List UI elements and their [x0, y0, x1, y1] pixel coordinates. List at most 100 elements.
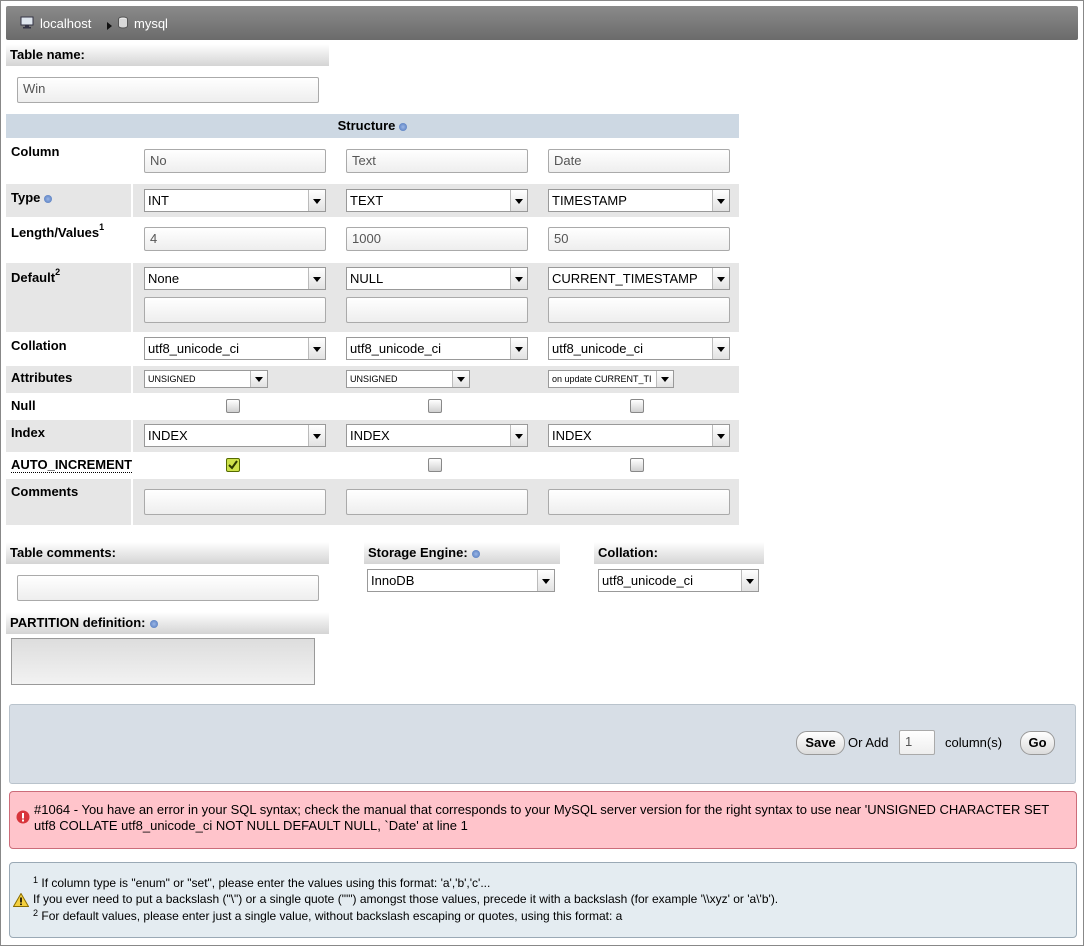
- column-attributes-value: UNSIGNED: [350, 374, 398, 384]
- column-index-value: INDEX: [148, 428, 188, 443]
- row-label-index: Index: [11, 425, 45, 440]
- column-length-input[interactable]: 4: [144, 227, 326, 251]
- column-collation-value: utf8_unicode_ci: [148, 341, 240, 356]
- column-name-input[interactable]: No: [144, 149, 326, 173]
- column-attributes-select[interactable]: on update CURRENT_TI: [548, 370, 674, 388]
- error-message: #1064 - You have an error in your SQL sy…: [9, 791, 1077, 849]
- chevron-down-icon: [741, 570, 758, 591]
- column-attributes-select[interactable]: UNSIGNED: [346, 370, 470, 388]
- help-icon[interactable]: [44, 194, 53, 203]
- chevron-down-icon: [712, 338, 729, 359]
- column-length-input[interactable]: 1000: [346, 227, 528, 251]
- row-label-default-text: Default: [11, 270, 56, 285]
- error-line: #1064 - You have an error in your SQL sy…: [34, 802, 1050, 817]
- row-label-length: Length/Values1: [11, 222, 104, 240]
- row-label-column: Column: [11, 144, 60, 159]
- chevron-down-icon: [250, 371, 267, 387]
- save-button[interactable]: Save: [796, 731, 845, 755]
- notice-box: 1 If column type is "enum" or "set", ple…: [9, 862, 1077, 938]
- column-default-value-input[interactable]: [346, 297, 528, 323]
- column-index-select[interactable]: INDEX: [346, 424, 528, 447]
- table-collation-value: utf8_unicode_ci: [602, 573, 694, 588]
- column-default-select[interactable]: None: [144, 267, 326, 290]
- go-button[interactable]: Go: [1020, 731, 1055, 755]
- column-comments-input[interactable]: [346, 489, 528, 515]
- column-name-input[interactable]: Text: [346, 149, 528, 173]
- column-default-value-input[interactable]: [144, 297, 326, 323]
- storage-engine-label: Storage Engine:: [368, 545, 468, 560]
- chevron-down-icon: [656, 371, 673, 387]
- table-collation-select[interactable]: utf8_unicode_ci: [598, 569, 759, 592]
- column-default-value: CURRENT_TIMESTAMP: [552, 271, 698, 286]
- columns-label: column(s): [945, 735, 1003, 750]
- table-name-input[interactable]: Win: [17, 77, 319, 103]
- column-auto-increment-checkbox[interactable]: [630, 458, 644, 472]
- column-collation-value: utf8_unicode_ci: [552, 341, 644, 356]
- chevron-down-icon: [510, 268, 527, 289]
- footnote-marker: 2: [55, 267, 61, 277]
- table-comments-header: Table comments:: [6, 542, 329, 564]
- chevron-down-icon: [308, 338, 325, 359]
- chevron-down-icon: [712, 190, 729, 211]
- column-null-checkbox[interactable]: [226, 399, 240, 413]
- column-null-checkbox[interactable]: [428, 399, 442, 413]
- note-line-2: If you ever need to put a backslash ("\"…: [33, 892, 779, 906]
- storage-engine-select[interactable]: InnoDB: [367, 569, 555, 592]
- column-default-value: NULL: [350, 271, 384, 286]
- structure-header: Structure: [6, 114, 739, 138]
- row-label-auto-increment: AUTO_INCREMENT: [11, 457, 133, 473]
- chevron-down-icon: [308, 268, 325, 289]
- help-icon[interactable]: [149, 619, 158, 628]
- column-default-select[interactable]: NULL: [346, 267, 528, 290]
- row-label-comments: Comments: [11, 484, 79, 499]
- partition-textarea[interactable]: [11, 638, 315, 685]
- chevron-down-icon: [308, 190, 325, 211]
- row-label-attributes: Attributes: [11, 370, 73, 385]
- or-add-label: Or Add: [848, 735, 889, 750]
- column-type-value: TEXT: [350, 193, 384, 208]
- column-attributes-select[interactable]: UNSIGNED: [144, 370, 268, 388]
- column-collation-select[interactable]: utf8_unicode_ci: [144, 337, 326, 360]
- column-index-select[interactable]: INDEX: [548, 424, 730, 447]
- note-text: For default values, please enter just a …: [41, 909, 623, 923]
- chevron-down-icon: [452, 371, 469, 387]
- note-line-1: 1 If column type is "enum" or "set", ple…: [33, 875, 490, 891]
- column-index-value: INDEX: [350, 428, 390, 443]
- column-null-checkbox[interactable]: [630, 399, 644, 413]
- column-index-select[interactable]: INDEX: [144, 424, 326, 447]
- note-line-3: 2 For default values, please enter just …: [33, 908, 622, 924]
- chevron-down-icon: [712, 425, 729, 446]
- breadcrumb-server[interactable]: localhost: [40, 16, 91, 31]
- column-type-value: INT: [148, 193, 169, 208]
- table-comments-input[interactable]: [17, 575, 319, 601]
- column-comments-input[interactable]: [144, 489, 326, 515]
- column-default-select[interactable]: CURRENT_TIMESTAMP: [548, 267, 730, 290]
- server-icon: [20, 16, 34, 29]
- column-collation-select[interactable]: utf8_unicode_ci: [548, 337, 730, 360]
- column-length-input[interactable]: 50: [548, 227, 730, 251]
- footnote-marker: 2: [33, 908, 39, 918]
- column-type-select[interactable]: INT: [144, 189, 326, 212]
- column-default-value-input[interactable]: [548, 297, 730, 323]
- table-name-header: Table name:: [6, 44, 329, 66]
- error-text: #1064 - You have an error in your SQL sy…: [34, 802, 1070, 834]
- add-columns-count-input[interactable]: 1: [899, 730, 935, 755]
- footnote-marker: 1: [33, 875, 39, 885]
- chevron-down-icon: [510, 425, 527, 446]
- column-type-select[interactable]: TIMESTAMP: [548, 189, 730, 212]
- column-collation-value: utf8_unicode_ci: [350, 341, 442, 356]
- column-comments-input[interactable]: [548, 489, 730, 515]
- help-icon[interactable]: [471, 549, 480, 558]
- column-collation-select[interactable]: utf8_unicode_ci: [346, 337, 528, 360]
- breadcrumb-database[interactable]: mysql: [134, 16, 168, 31]
- column-auto-increment-checkbox[interactable]: [226, 458, 240, 472]
- column-name-input[interactable]: Date: [548, 149, 730, 173]
- column-attributes-value: UNSIGNED: [148, 374, 196, 384]
- row-label-default: Default2: [11, 267, 61, 285]
- structure-title: Structure: [337, 118, 396, 133]
- storage-engine-value: InnoDB: [371, 573, 415, 588]
- storage-engine-header: Storage Engine:: [364, 542, 560, 564]
- column-type-select[interactable]: TEXT: [346, 189, 528, 212]
- column-auto-increment-checkbox[interactable]: [428, 458, 442, 472]
- help-icon[interactable]: [399, 122, 408, 131]
